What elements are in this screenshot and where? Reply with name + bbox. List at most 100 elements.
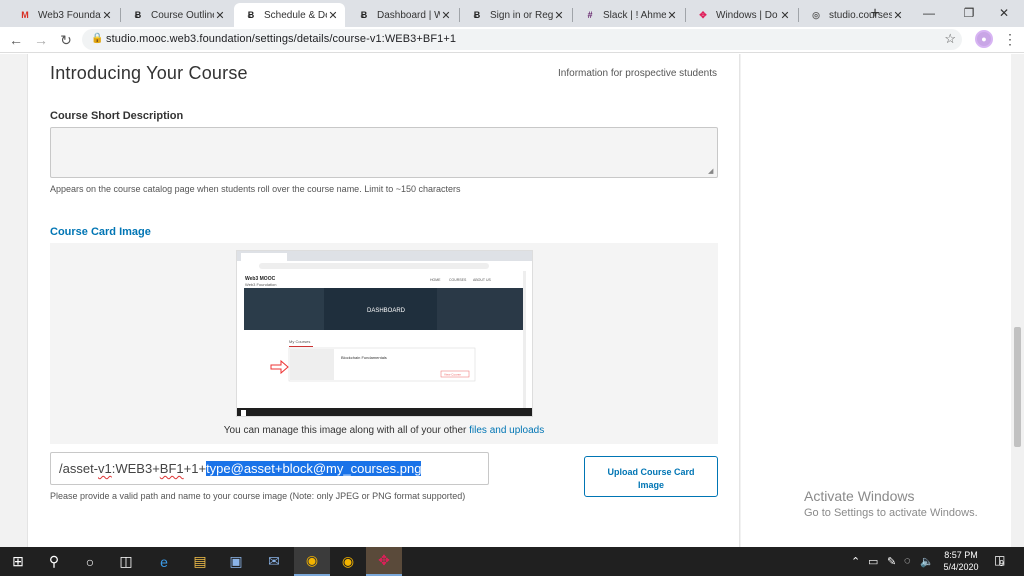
file-explorer-icon[interactable]: ▤ bbox=[182, 547, 218, 576]
tab-title: Course Outline bbox=[151, 9, 214, 21]
card-image-label: Course Card Image bbox=[50, 226, 151, 238]
section-subtitle: Information for prospective students bbox=[558, 68, 717, 79]
browser-tab[interactable]: Ƀ Sign in or Regi ✕ bbox=[460, 3, 571, 27]
right-sidebar bbox=[741, 54, 1011, 547]
svg-text:HOME: HOME bbox=[430, 278, 441, 282]
windows-start-icon[interactable]: ⊞ bbox=[0, 547, 36, 576]
tab-title: Schedule & De bbox=[264, 9, 327, 21]
section-title: Introducing Your Course bbox=[50, 63, 248, 83]
short-description-input[interactable]: ◢ bbox=[50, 127, 718, 178]
tab-close-icon[interactable]: ✕ bbox=[214, 9, 226, 22]
browser-tab[interactable]: Ƀ Dashboard | W ✕ bbox=[347, 3, 458, 27]
tab-close-icon[interactable]: ✕ bbox=[440, 9, 452, 22]
browser-tab[interactable]: Ƀ Schedule & De ✕ bbox=[234, 3, 345, 27]
card-image-path-input[interactable]: /asset-v1:WEB3+BF1+1+type@asset+block@my… bbox=[50, 452, 489, 485]
tab-close-icon[interactable]: ✕ bbox=[327, 9, 339, 22]
bookmark-star-icon[interactable]: ☆ bbox=[944, 31, 956, 47]
page-viewport: Introducing Your Course Information for … bbox=[0, 54, 1024, 547]
web3-icon: Ƀ bbox=[473, 10, 481, 20]
slack-taskbar-icon[interactable]: ✥ bbox=[366, 547, 402, 576]
notification-icon[interactable]: ◫9 bbox=[994, 553, 1010, 568]
reload-icon[interactable]: ↻ bbox=[56, 30, 76, 50]
mail-icon[interactable]: ✉ bbox=[256, 547, 292, 576]
tab-title: Web3 Foundati bbox=[38, 9, 101, 21]
tab-title: Windows | Do bbox=[716, 9, 778, 21]
pen-icon[interactable]: ✎ bbox=[887, 555, 896, 568]
browser-tab[interactable]: Ƀ Course Outline ✕ bbox=[121, 3, 232, 27]
task-view-icon[interactable]: ◫ bbox=[108, 547, 144, 576]
tab-title: Slack | ! Ahmed bbox=[603, 9, 666, 21]
files-uploads-link[interactable]: files and uploads bbox=[469, 425, 544, 436]
tab-strip: M Web3 Foundati ✕ Ƀ Course Outline ✕ Ƀ Schedule… bbox=[0, 0, 1024, 27]
tab-separator bbox=[572, 8, 573, 22]
short-description-help: Appears on the course catalog page when … bbox=[50, 184, 461, 194]
forward-icon[interactable]: → bbox=[31, 30, 51, 50]
browser-tab[interactable]: ✥ Windows | Do ✕ bbox=[686, 3, 797, 27]
course-card-image: Web3 MOOC Web3 Foundation HOME COURSES A… bbox=[236, 250, 533, 417]
profile-avatar[interactable]: ● bbox=[975, 30, 993, 48]
browser-tab[interactable]: M Web3 Foundati ✕ bbox=[8, 3, 119, 27]
globe-icon: ◎ bbox=[812, 9, 820, 20]
address-bar[interactable]: 🔒 studio.mooc.web3.foundation/settings/d… bbox=[82, 29, 962, 50]
browser-tab[interactable]: ◎ studio.courses ✕ bbox=[799, 3, 910, 27]
svg-text:Blockchain Fundamentals: Blockchain Fundamentals bbox=[341, 355, 387, 360]
browser-toolbar: ← → ↻ 🔒 studio.mooc.web3.foundation/sett… bbox=[0, 27, 1024, 53]
tab-separator bbox=[685, 8, 686, 22]
window-close-button[interactable]: ✕ bbox=[984, 4, 1024, 22]
tab-close-icon[interactable]: ✕ bbox=[892, 9, 904, 22]
activate-windows-title: Activate Windows bbox=[804, 488, 915, 504]
tab-title: Dashboard | W bbox=[377, 9, 440, 21]
svg-text:ABOUT US: ABOUT US bbox=[473, 278, 491, 282]
tab-close-icon[interactable]: ✕ bbox=[779, 9, 791, 22]
url-text: studio.mooc.web3.foundation/settings/det… bbox=[106, 33, 457, 45]
page-scrollbar[interactable] bbox=[1011, 54, 1024, 547]
lock-icon: 🔒 bbox=[91, 33, 104, 44]
tab-separator bbox=[798, 8, 799, 22]
gmail-icon: M bbox=[21, 10, 29, 20]
svg-text:View Course: View Course bbox=[444, 373, 461, 377]
activate-windows-subtitle: Go to Settings to activate Windows. bbox=[804, 507, 978, 519]
restore-button[interactable]: ❐ bbox=[949, 4, 989, 22]
tab-title: Sign in or Regi bbox=[490, 9, 553, 21]
web3-icon: Ƀ bbox=[134, 10, 142, 20]
card-image-path-help: Please provide a valid path and name to … bbox=[50, 491, 466, 501]
volume-icon[interactable]: 🔈 bbox=[920, 555, 934, 568]
slack-icon: ✥ bbox=[699, 9, 707, 20]
store-icon[interactable]: ▣ bbox=[218, 547, 254, 576]
svg-text:DASHBOARD: DASHBOARD bbox=[367, 308, 406, 314]
chrome-icon-2[interactable]: ◉ bbox=[330, 547, 366, 576]
cortana-icon[interactable]: ○ bbox=[72, 547, 108, 576]
course-card-preview: Web3 MOOC Web3 Foundation HOME COURSES A… bbox=[237, 251, 532, 416]
search-icon[interactable]: ⚲ bbox=[36, 547, 72, 576]
card-image-panel: Web3 MOOC Web3 Foundation HOME COURSES A… bbox=[50, 243, 718, 444]
tray-overflow-icon[interactable]: ⌃ bbox=[851, 555, 860, 568]
slack-icon: # bbox=[587, 10, 593, 20]
tab-close-icon[interactable]: ✕ bbox=[666, 9, 678, 22]
minimize-button[interactable]: — bbox=[909, 4, 949, 22]
upload-course-card-image-button[interactable]: Upload Course Card Image bbox=[584, 456, 718, 497]
manage-uploads-text: You can manage this image along with all… bbox=[223, 425, 545, 436]
new-tab-button[interactable]: + bbox=[866, 5, 884, 23]
resize-grip-icon[interactable]: ◢ bbox=[708, 168, 716, 176]
scrollbar-thumb[interactable] bbox=[1014, 327, 1021, 447]
selected-text: type@asset+block@my_courses.png bbox=[206, 461, 422, 476]
chrome-icon[interactable]: ◉ bbox=[294, 547, 330, 576]
web3-icon: Ƀ bbox=[360, 10, 368, 20]
short-description-label: Course Short Description bbox=[50, 110, 184, 122]
wifi-icon[interactable]: ◌ bbox=[904, 555, 911, 567]
svg-text:Web3 Foundation: Web3 Foundation bbox=[245, 282, 277, 287]
edge-icon[interactable]: e bbox=[146, 547, 182, 576]
notification-count: 9 bbox=[999, 559, 1004, 568]
tab-separator bbox=[120, 8, 121, 22]
battery-icon[interactable]: ▭ bbox=[868, 555, 878, 568]
tab-close-icon[interactable]: ✕ bbox=[553, 9, 565, 22]
back-icon[interactable]: ← bbox=[6, 30, 26, 50]
tab-separator bbox=[459, 8, 460, 22]
web3-icon: Ƀ bbox=[247, 10, 255, 20]
browser-menu-icon[interactable]: ⋮ bbox=[1003, 30, 1017, 48]
svg-text:My Courses: My Courses bbox=[289, 339, 310, 344]
clock[interactable]: 8:57 PM 5/4/2020 bbox=[938, 549, 984, 573]
tab-close-icon[interactable]: ✕ bbox=[101, 9, 113, 22]
taskbar: ⊞ ⚲ ○ ◫ e ▤ ▣ ✉ ◉ ◉ ✥ ⌃ ▭ ✎ ◌ 🔈 8:57 PM … bbox=[0, 547, 1024, 576]
browser-tab[interactable]: # Slack | ! Ahmed ✕ bbox=[573, 3, 684, 27]
